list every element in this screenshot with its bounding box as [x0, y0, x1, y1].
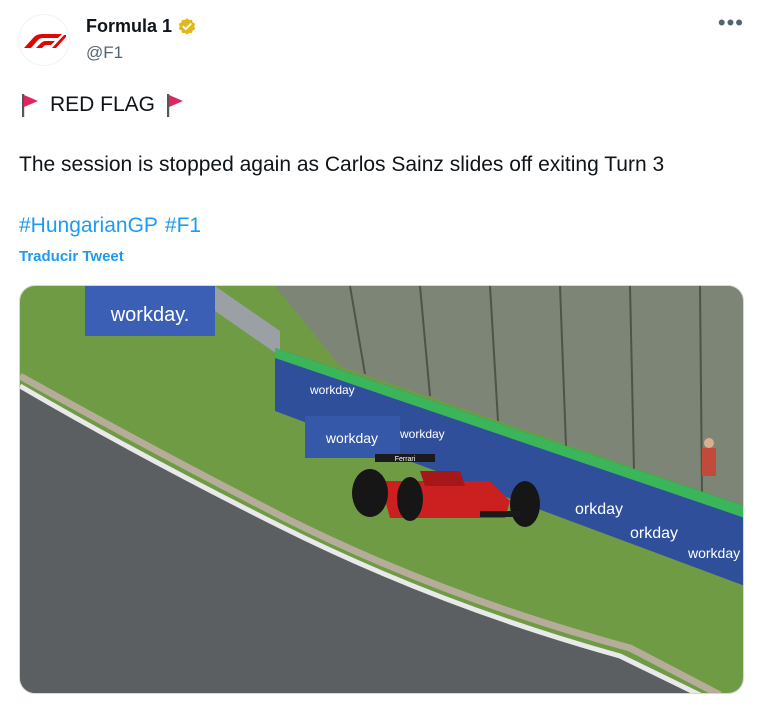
author-name-row[interactable]: Formula 1: [86, 16, 197, 37]
hashtag-list: #HungarianGP #F1: [19, 214, 201, 238]
author-handle[interactable]: @F1: [86, 43, 123, 63]
barrier-text: orkday: [630, 525, 678, 542]
verified-badge-icon: [178, 17, 196, 35]
red-flag-icon: [167, 94, 184, 117]
banner-text: workday.: [110, 304, 190, 326]
tweet-media-photo[interactable]: workday. workday workday workday orkday …: [19, 285, 744, 694]
tweet-body: The session is stopped again as Carlos S…: [19, 153, 665, 176]
hashtag-f1[interactable]: #F1: [165, 214, 201, 238]
more-options-icon[interactable]: •••: [718, 12, 744, 34]
barrier-text: orkday: [575, 501, 623, 518]
car-text: Ferrari: [395, 456, 416, 463]
headline-text: RED FLAG: [50, 93, 156, 116]
author-name[interactable]: Formula 1: [86, 16, 172, 37]
author-avatar[interactable]: [18, 14, 70, 66]
barrier-text: workday: [687, 545, 740, 561]
hashtag-hungariangp[interactable]: #HungarianGP: [19, 214, 158, 238]
barrier-text: workday: [399, 427, 445, 441]
barrier-text: workday: [309, 383, 355, 397]
barrier-text: workday: [325, 430, 378, 446]
tweet-card: Formula 1 @F1 ••• RED FLAG The session i…: [0, 0, 768, 709]
crash-photo: workday. workday workday workday orkday …: [20, 286, 743, 693]
tweet-headline: RED FLAG: [19, 92, 186, 118]
translate-tweet-link[interactable]: Traducir Tweet: [19, 248, 124, 265]
red-flag-icon: [22, 94, 38, 117]
f1-logo-icon: [24, 34, 66, 48]
